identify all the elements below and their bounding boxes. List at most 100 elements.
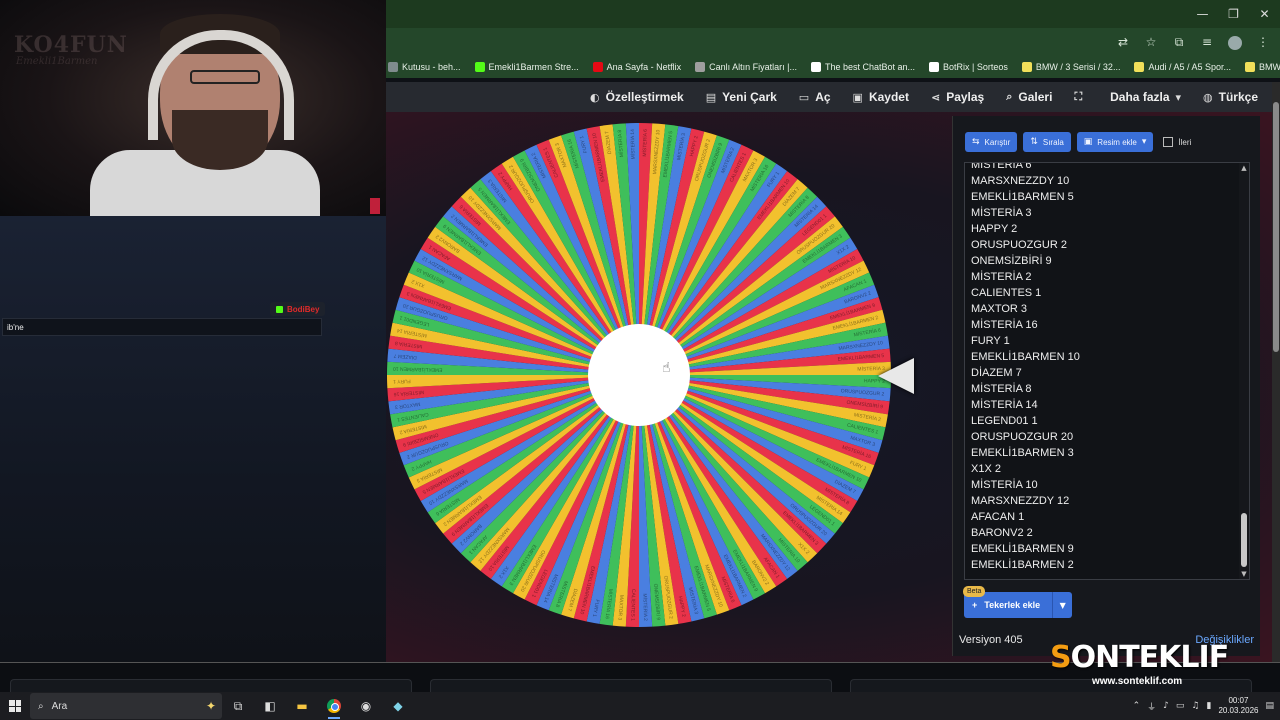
wheel-graphic[interactable]: MİSTERİA 6 MARSXNEZZDY 10 EMEKLİ1BARMEN 5M… <box>384 120 894 630</box>
nav-item-chevron-down[interactable]: Daha fazla ▾ <box>1110 90 1181 104</box>
page-scrollbar[interactable] <box>1272 82 1280 662</box>
shuffle-button[interactable]: ⇆ Karıştır <box>965 132 1018 152</box>
nav-item-save[interactable]: ▣ Kaydet <box>853 90 909 104</box>
bookmark-item[interactable]: Kutusu - beh... <box>388 62 461 72</box>
minimize-icon[interactable]: — <box>1187 0 1218 28</box>
bookmark-label: Canlı Altın Fiyatları |... <box>709 62 797 72</box>
add-image-button[interactable]: ▣ Resim ekle ▾ <box>1076 132 1154 152</box>
page-scroll-thumb[interactable] <box>1273 102 1279 352</box>
bookmark-item[interactable]: The best ChatBot an... <box>810 62 915 72</box>
scroll-up-icon[interactable]: ▲ <box>1240 164 1248 172</box>
nav-item-fullscreen[interactable]: ⛶ <box>1074 90 1088 104</box>
nav-item-folder[interactable]: ▭ Aç <box>799 90 831 104</box>
restore-icon[interactable]: ❐ <box>1218 0 1249 28</box>
entries-scrollbar[interactable]: ▲ ▼ <box>1239 163 1249 579</box>
hand-cursor-icon: ☝ <box>662 360 671 376</box>
nav-label: Özelleştirmek <box>605 90 684 104</box>
bookmark-item[interactable]: Canlı Altın Fiyatları |... <box>695 62 797 72</box>
task-view-icon[interactable]: ⧉ <box>222 692 254 720</box>
entry-line: EMEKLİ1BARMEN 5 <box>971 191 1074 203</box>
entry-line: MİSTERİA 10 <box>971 479 1038 491</box>
scroll-down-icon[interactable]: ▼ <box>1240 570 1248 578</box>
notification-icon[interactable]: ▤ <box>1265 701 1274 711</box>
shuffle-icon: ⇆ <box>972 137 980 147</box>
preview-card[interactable] <box>10 679 412 693</box>
entry-line: MAXTOR 3 <box>971 303 1028 315</box>
sort-label: Sırala <box>1042 137 1064 147</box>
network-icon[interactable]: ▭ <box>1176 701 1185 711</box>
entry-line: X1X 2 <box>971 463 1001 475</box>
usb-icon[interactable]: ⏚ <box>1147 700 1156 713</box>
wheel-center[interactable] <box>588 324 690 426</box>
star-icon[interactable]: ☆ <box>1142 33 1160 51</box>
sort-button[interactable]: ⇅ Sırala <box>1023 132 1071 152</box>
profile-avatar[interactable] <box>1226 33 1244 51</box>
entry-line: EMEKLİ1BARMEN 10 <box>971 351 1080 363</box>
window-controls: — ❐ ✕ <box>1187 0 1280 28</box>
search-placeholder: Ara <box>51 700 68 712</box>
preview-card[interactable] <box>430 679 832 693</box>
volume-icon[interactable]: ♫ <box>1191 701 1199 711</box>
nav-item-search[interactable]: ⌕ Galeri <box>1006 90 1052 104</box>
close-icon[interactable]: ✕ <box>1249 0 1280 28</box>
nav-item-new-file[interactable]: ▤ Yeni Çark <box>706 90 777 104</box>
menu-icon[interactable]: ⋮ <box>1254 33 1272 51</box>
logo-text: ONTEKLIF <box>1070 640 1230 675</box>
file-explorer-icon[interactable]: ▬ <box>286 692 318 720</box>
nav-label: Daha fazla <box>1110 90 1170 104</box>
nav-item-share[interactable]: ⋖ Paylaş <box>931 90 984 104</box>
bookmark-favicon-icon <box>810 62 821 72</box>
chat-username-badge: BodiBey <box>270 302 326 316</box>
system-tray: ⌃ ⏚ ♪ ▭ ♫ ▮ 00:07 20.03.2026 ▤ <box>1133 696 1280 716</box>
wheel-slice-label: CALIENTES 1 <box>629 589 636 621</box>
entry-line: EMEKLİ1BARMEN 9 <box>971 543 1074 555</box>
entries-textarea[interactable]: MİSTERİA 6 MARSXNEZZDY 10 EMEKLİ1BARMEN 5 M… <box>964 162 1250 580</box>
nav-item-globe[interactable]: ◍ Türkçe <box>1203 90 1258 104</box>
clock[interactable]: 00:07 20.03.2026 <box>1218 696 1258 716</box>
add-image-label: Resim ekle <box>1097 137 1137 147</box>
start-button[interactable] <box>0 692 30 720</box>
extensions-icon[interactable]: ⧉ <box>1170 33 1188 51</box>
bookmark-item[interactable]: Ana Sayfa - Netflix <box>592 62 682 72</box>
windows-taskbar: ⌕ Ara ✦ ⧉ ◧ ▬ ◉ ◆ ⌃ ⏚ ♪ ▭ ♫ ▮ 00:07 20.0… <box>0 692 1280 720</box>
app-icon[interactable]: ◆ <box>382 692 414 720</box>
bookmark-favicon-icon <box>592 62 603 72</box>
palette-icon: ◐ <box>590 90 600 104</box>
fullscreen-icon: ⛶ <box>1074 90 1083 103</box>
app-icon[interactable]: ◧ <box>254 692 286 720</box>
logo-initial: S <box>1050 640 1072 675</box>
preview-card[interactable] <box>850 679 1252 693</box>
chevron-up-icon[interactable]: ⌃ <box>1133 701 1141 711</box>
bookmark-item[interactable]: BMW / 3 Serisi / 32... <box>1021 62 1120 72</box>
battery-icon[interactable]: ▮ <box>1206 701 1211 711</box>
entry-line: DİAZEM 7 <box>971 367 1022 379</box>
save-icon: ▣ <box>852 90 863 104</box>
translate-icon[interactable]: ⇄ <box>1114 33 1132 51</box>
bookmark-item[interactable]: BotRix | Sorteos <box>929 62 1008 72</box>
bookmark-label: BotRix | Sorteos <box>943 62 1008 72</box>
mic-icon[interactable]: ♪ <box>1163 701 1169 711</box>
version-label: Versiyon 405 <box>959 634 1023 646</box>
add-wheel-dropdown[interactable]: ▼ <box>1052 592 1073 618</box>
scroll-thumb[interactable] <box>1241 513 1247 567</box>
media-icon[interactable]: ≡ <box>1198 33 1216 51</box>
bookmark-favicon-icon <box>1134 62 1145 72</box>
chrome-icon[interactable] <box>318 692 350 720</box>
bookmark-item[interactable]: BMW / 3 Serisi / 32... <box>1245 62 1280 72</box>
nav-item-palette[interactable]: ◐ Özelleştirmek <box>590 90 684 104</box>
kick-icon <box>276 305 283 313</box>
taskbar-search[interactable]: ⌕ Ara ✦ <box>30 693 222 719</box>
obs-icon[interactable]: ◉ <box>350 692 382 720</box>
advanced-toggle[interactable]: İleri <box>1163 137 1191 147</box>
bookmark-label: Kutusu - beh... <box>402 62 461 72</box>
nav-label: Yeni Çark <box>722 90 777 104</box>
bookmark-item[interactable]: Audi / A5 / A5 Spor... <box>1134 62 1231 72</box>
bookmark-label: Ana Sayfa - Netflix <box>606 62 682 72</box>
site-nav-bar: ◐ Özelleştirmek ▤ Yeni Çark ▭ Aç ▣ Kaydet ⋖ Payla… <box>386 82 1272 112</box>
spin-wheel[interactable]: MİSTERİA 6 MARSXNEZZDY 10 EMEKLİ1BARMEN 5M… <box>384 120 894 630</box>
chat-username: BodiBey <box>287 304 320 314</box>
bookmark-item[interactable]: Emekli1Barmen Stre... <box>474 62 579 72</box>
nav-label: Aç <box>815 90 831 104</box>
advanced-checkbox[interactable] <box>1163 137 1174 147</box>
chevron-down-icon: ▾ <box>1141 137 1147 147</box>
